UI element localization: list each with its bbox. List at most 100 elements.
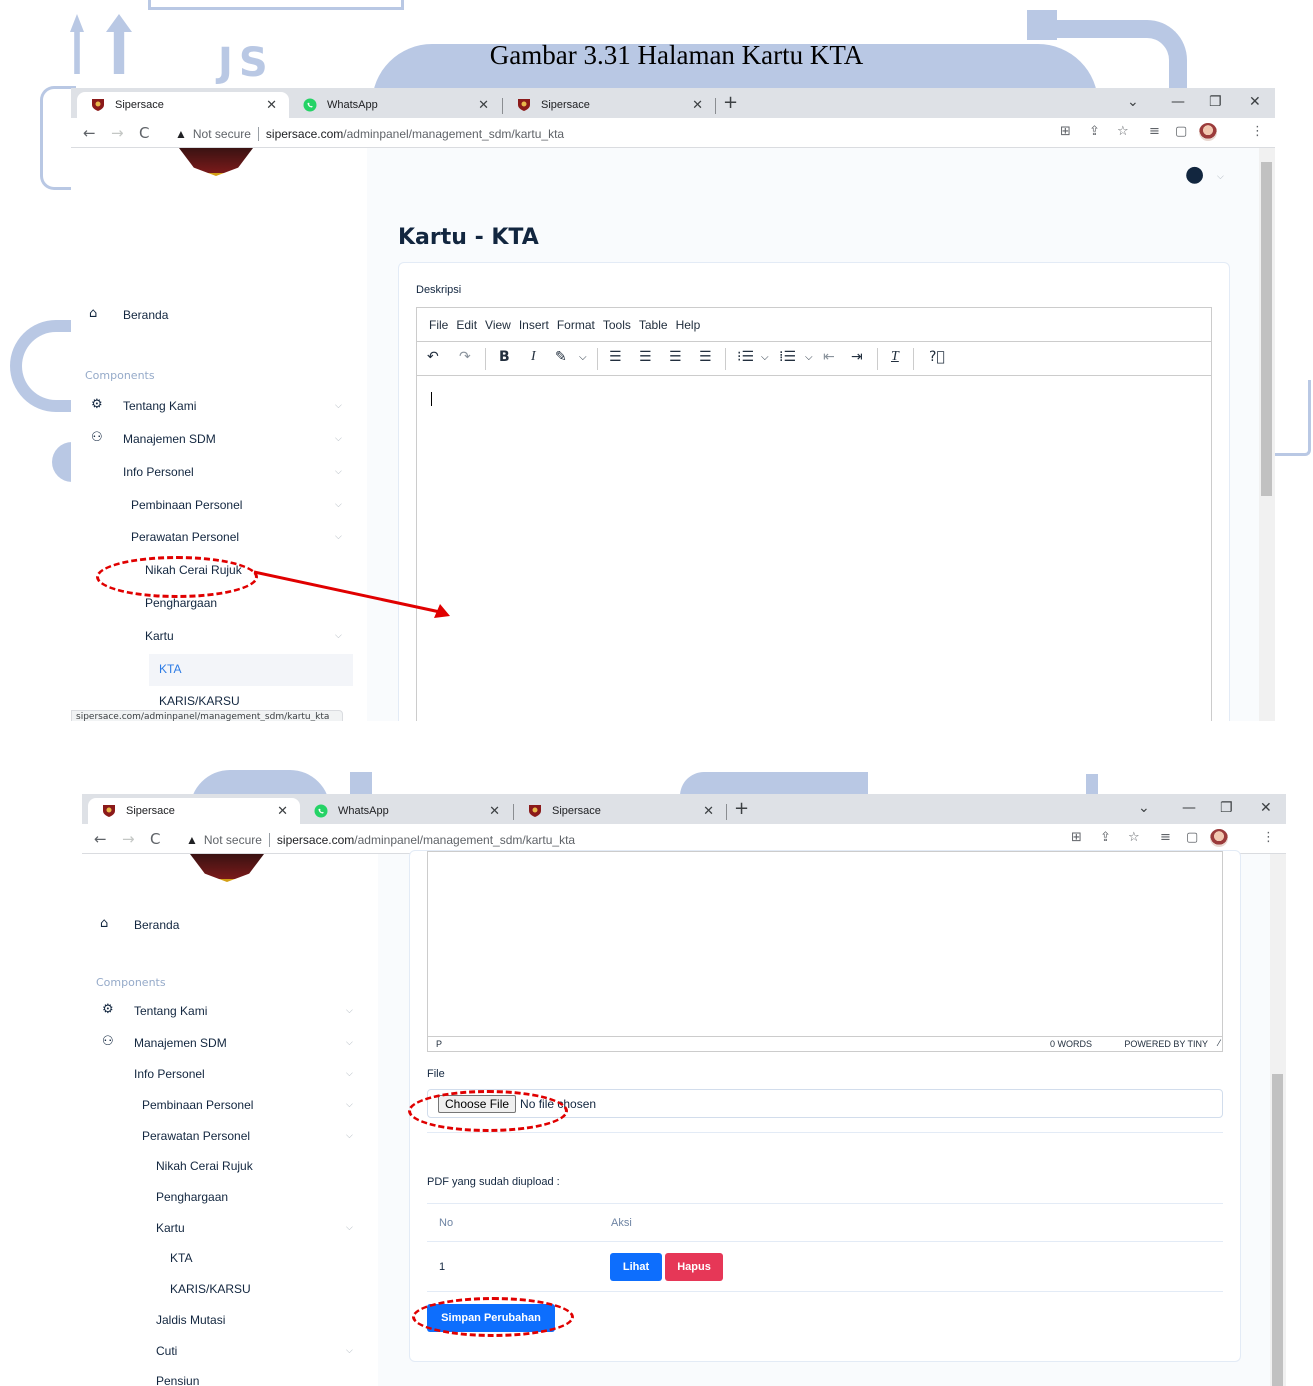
back-arrow-icon[interactable]: ← — [83, 124, 96, 142]
window-close-icon[interactable]: ✕ — [1249, 94, 1261, 110]
reload-icon[interactable]: C — [150, 830, 160, 848]
tab-sipersace-active[interactable]: Sipersace ✕ — [77, 92, 289, 118]
new-tab-button[interactable]: + — [723, 92, 738, 113]
sidebar-item-penghargaan[interactable]: Penghargaan — [156, 1190, 228, 1204]
menu-edit[interactable]: Edit — [456, 318, 477, 332]
sidebar-item-kta[interactable]: KTA — [159, 662, 181, 676]
sidebar-item-pembinaan[interactable]: Pembinaan Personel — [142, 1098, 253, 1112]
resize-handle-icon[interactable]: ⁄ — [1218, 1038, 1220, 1048]
close-icon[interactable]: ✕ — [692, 97, 703, 113]
close-icon[interactable]: ✕ — [266, 97, 277, 113]
profile-avatar[interactable] — [1199, 123, 1217, 141]
forward-arrow-icon[interactable]: → — [122, 830, 135, 848]
sidebar-item-karis[interactable]: KARIS/KARSU — [170, 1282, 251, 1296]
sidebar-item-penghargaan[interactable]: Penghargaan — [145, 596, 217, 610]
reading-list-icon[interactable]: ≡ — [1149, 124, 1160, 139]
sidebar-item-nikah[interactable]: Nikah Cerai Rujuk — [156, 1159, 253, 1173]
scrollbar-thumb[interactable] — [1272, 1074, 1283, 1386]
tab-search-chevron-icon[interactable]: ⌄ — [1127, 94, 1139, 110]
sidebar-item-tentang-kami[interactable]: Tentang Kami — [123, 399, 196, 413]
sidebar-item-jaldis[interactable]: Jaldis Mutasi — [156, 1313, 225, 1327]
tab-whatsapp[interactable]: WhatsApp ✕ — [289, 92, 501, 118]
user-profile-icon[interactable]: ● — [1185, 162, 1204, 187]
side-panel-icon[interactable]: ▢ — [1186, 830, 1198, 845]
bookmark-star-icon[interactable]: ☆ — [1117, 124, 1129, 139]
sidebar-item-karis[interactable]: KARIS/KARSU — [159, 694, 240, 708]
sidebar-item-kartu[interactable]: Kartu — [156, 1221, 185, 1235]
sidebar-item-info-personel[interactable]: Info Personel — [134, 1067, 205, 1081]
share-icon[interactable]: ⇪ — [1100, 830, 1111, 845]
scrollbar-thumb[interactable] — [1261, 162, 1272, 496]
address-bar[interactable]: ▲ Not secure sipersace.com/adminpanel/ma… — [175, 122, 564, 146]
chevron-down-icon[interactable]: ⌵ — [805, 352, 813, 363]
translate-icon[interactable]: ⊞ — [1071, 830, 1082, 845]
chevron-down-icon[interactable]: ⌵ — [761, 352, 769, 363]
sidebar-item-perawatan[interactable]: Perawatan Personel — [131, 530, 239, 544]
menu-view[interactable]: View — [485, 318, 511, 332]
share-icon[interactable]: ⇪ — [1089, 124, 1100, 139]
outdent-icon[interactable]: ⇤ — [823, 349, 835, 365]
clear-formatting-icon[interactable]: T — [891, 349, 899, 365]
window-close-icon[interactable]: ✕ — [1260, 800, 1272, 816]
help-circle-icon[interactable]: ?⃝ — [929, 349, 945, 365]
lihat-button[interactable]: Lihat — [610, 1253, 662, 1281]
sidebar-item-perawatan[interactable]: Perawatan Personel — [142, 1129, 250, 1143]
indent-icon[interactable]: ⇥ — [851, 349, 863, 365]
menu-table[interactable]: Table — [639, 318, 668, 332]
align-right-icon[interactable]: ☰ — [669, 349, 682, 365]
kebab-menu-icon[interactable]: ⋮ — [1251, 124, 1264, 139]
close-icon[interactable]: ✕ — [489, 803, 500, 819]
close-icon[interactable]: ✕ — [703, 803, 714, 819]
reload-icon[interactable]: C — [139, 124, 149, 142]
sidebar-item-tentang-kami[interactable]: Tentang Kami — [134, 1004, 207, 1018]
bold-icon[interactable]: B — [499, 349, 510, 365]
sidebar-item-kartu[interactable]: Kartu — [145, 629, 174, 643]
sidebar-item-manajemen-sdm[interactable]: Manajemen SDM — [134, 1036, 227, 1050]
numbered-list-icon[interactable]: ⁞☰ — [779, 349, 796, 365]
sidebar-item-kta[interactable]: KTA — [170, 1251, 192, 1265]
side-panel-icon[interactable]: ▢ — [1175, 124, 1187, 139]
bookmark-star-icon[interactable]: ☆ — [1128, 830, 1140, 845]
italic-icon[interactable]: I — [531, 349, 536, 365]
sidebar-item-cuti[interactable]: Cuti — [156, 1344, 177, 1358]
minimize-icon[interactable]: — — [1171, 94, 1185, 110]
back-arrow-icon[interactable]: ← — [94, 830, 107, 848]
rich-text-editor[interactable]: P 0 WORDS POWERED BY TINY ⁄ — [427, 851, 1223, 1052]
address-bar[interactable]: ▲ Not secure sipersace.com/adminpanel/ma… — [186, 828, 575, 852]
bullet-list-icon[interactable]: ⁝☰ — [737, 349, 754, 365]
restore-icon[interactable]: ❐ — [1220, 800, 1233, 816]
profile-avatar[interactable] — [1210, 829, 1228, 847]
translate-icon[interactable]: ⊞ — [1060, 124, 1071, 139]
sidebar-item-pembinaan[interactable]: Pembinaan Personel — [131, 498, 242, 512]
scrollbar-track[interactable] — [1270, 854, 1286, 1386]
sidebar-item-info-personel[interactable]: Info Personel — [123, 465, 194, 479]
menu-insert[interactable]: Insert — [519, 318, 549, 332]
close-icon[interactable]: ✕ — [277, 803, 288, 819]
menu-tools[interactable]: Tools — [603, 318, 631, 332]
close-icon[interactable]: ✕ — [478, 97, 489, 113]
menu-file[interactable]: File — [429, 318, 448, 332]
chevron-down-icon[interactable]: ⌵ — [579, 352, 587, 363]
forward-arrow-icon[interactable]: → — [111, 124, 124, 142]
menu-format[interactable]: Format — [557, 318, 595, 332]
undo-icon[interactable]: ↶ — [427, 349, 439, 365]
new-tab-button[interactable]: + — [734, 798, 749, 819]
kebab-menu-icon[interactable]: ⋮ — [1262, 830, 1275, 845]
tab-sipersace-active[interactable]: Sipersace ✕ — [88, 798, 300, 824]
sidebar-item-pensiun[interactable]: Pensiun — [156, 1374, 199, 1386]
highlight-color-icon[interactable]: ✎ — [555, 349, 567, 365]
menu-help[interactable]: Help — [676, 318, 701, 332]
tab-sipersace[interactable]: Sipersace ✕ — [503, 92, 715, 118]
align-left-icon[interactable]: ☰ — [609, 349, 622, 365]
align-center-icon[interactable]: ☰ — [639, 349, 652, 365]
sidebar-item-manajemen-sdm[interactable]: Manajemen SDM — [123, 432, 216, 446]
tab-sipersace[interactable]: Sipersace ✕ — [514, 798, 726, 824]
align-justify-icon[interactable]: ☰ — [699, 349, 712, 365]
scrollbar-track[interactable] — [1259, 148, 1275, 721]
minimize-icon[interactable]: — — [1182, 800, 1196, 816]
sidebar-item-beranda[interactable]: Beranda — [123, 308, 168, 322]
tab-whatsapp[interactable]: WhatsApp ✕ — [300, 798, 512, 824]
rich-text-editor[interactable]: File Edit View Insert Format Tools Table… — [416, 307, 1212, 721]
hapus-button[interactable]: Hapus — [665, 1253, 723, 1281]
sidebar-item-beranda[interactable]: Beranda — [134, 918, 179, 932]
